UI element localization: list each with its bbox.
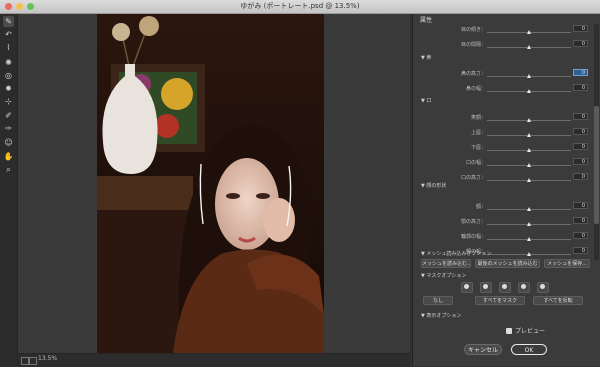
zoom-tool-icon[interactable]: ⌕ (3, 164, 14, 175)
save-mesh-button[interactable]: メッシュを保存... (544, 259, 590, 268)
slider-thumb[interactable] (527, 74, 531, 78)
slider-row: 目の傾き： 0 (413, 24, 593, 38)
slider-thumb[interactable] (527, 45, 531, 49)
preview-checkbox[interactable]: プレビュー (506, 326, 545, 335)
slider-row: 輪郭の幅： 0 (413, 231, 593, 245)
reconstruct-tool-icon[interactable]: ↶ (3, 29, 14, 40)
status-bar: 13.5% (18, 353, 410, 367)
slider-label: 鼻の幅： (465, 86, 486, 92)
smooth-tool-icon[interactable]: ⌇ (3, 42, 14, 53)
thaw-mask-tool-icon[interactable]: ✑ (3, 123, 14, 134)
slider-thumb[interactable] (527, 207, 531, 211)
bloat-tool-icon[interactable]: ✹ (3, 83, 14, 94)
slider-label: 下唇： (470, 145, 486, 151)
slider-value-field[interactable]: 0 (573, 40, 588, 47)
slider-row: 目の間隔： 0 (413, 39, 593, 53)
slider-row: 上唇： 0 (413, 127, 593, 141)
mask-options-section-header[interactable]: ▼ マスクオプション (421, 272, 466, 279)
twirl-tool-icon[interactable]: ✺ (3, 57, 14, 68)
slider-thumb[interactable] (527, 30, 531, 34)
slider-label: 口の幅： (465, 160, 486, 166)
slider-value-field[interactable]: 0 (573, 173, 588, 180)
slider-label: 目の傾き： (460, 27, 486, 33)
slider-row: 顎の高さ： 0 (413, 216, 593, 230)
slider-label: 額： (475, 204, 486, 210)
slider-thumb[interactable] (527, 222, 531, 226)
slider-value-field[interactable]: 0 (573, 247, 588, 254)
slider-thumb[interactable] (527, 133, 531, 137)
cancel-button[interactable]: キャンセル (464, 344, 502, 355)
mask-intersect-icon[interactable] (518, 282, 530, 293)
slider-value-field[interactable]: 0 (573, 143, 588, 150)
invert-all-button[interactable]: すべてを反転 (533, 296, 583, 305)
mesh-options-section-header[interactable]: ▼ メッシュ読み込みオプション (421, 250, 491, 257)
window-title: ゆがみ (ポートレート.psd @ 13.5%) (240, 2, 360, 10)
mask-replace-icon[interactable] (461, 282, 473, 293)
panel-title: 属性 (420, 17, 433, 24)
ok-button[interactable]: OK (511, 344, 547, 355)
mouth-section-header[interactable]: ▼ 口 (421, 97, 431, 104)
load-mesh-button[interactable]: メッシュを読み込む... (421, 259, 471, 268)
zoom-out-icon[interactable] (21, 357, 29, 365)
slider-value-field[interactable]: 0 (573, 113, 588, 120)
pucker-tool-icon[interactable]: ◎ (3, 70, 14, 81)
slider-row: 笑顔： 0 (413, 112, 593, 126)
display-options-section-header[interactable]: ▼ 表示オプション (421, 312, 461, 319)
mask-invert-icon[interactable] (537, 282, 549, 293)
slider-row: 鼻の高さ： 0 (413, 68, 593, 82)
portrait-image (97, 14, 324, 353)
slider-thumb[interactable] (527, 89, 531, 93)
slider-thumb[interactable] (527, 163, 531, 167)
forward-warp-tool-icon[interactable]: ✎ (3, 16, 14, 27)
properties-panel: 属性 目の傾き： 0 目の間隔： 0 鼻の高さ： 0 鼻の幅： 0 笑顔： 0 上唇： 0 下唇： 0 口の… (412, 14, 600, 366)
slider-thumb[interactable] (527, 178, 531, 182)
slider-value-field[interactable]: 0 (573, 84, 588, 91)
freeze-mask-tool-icon[interactable]: ✐ (3, 110, 14, 121)
hand-tool-icon[interactable]: ✋ (3, 151, 14, 162)
portrait-photo[interactable] (97, 14, 324, 353)
slider-value-field[interactable]: 0 (573, 202, 588, 209)
slider-value-field[interactable]: 0 (573, 232, 588, 239)
push-left-tool-icon[interactable]: ⊹ (3, 96, 14, 107)
slider-label: 鼻の高さ： (460, 71, 486, 77)
preview-label: プレビュー (515, 328, 546, 335)
panel-scrollbar[interactable] (594, 24, 599, 260)
title-bar: ゆがみ (ポートレート.psd @ 13.5%) (0, 0, 600, 14)
zoom-in-icon[interactable] (29, 357, 37, 365)
slider-thumb[interactable] (527, 148, 531, 152)
load-last-mesh-button[interactable]: 最後のメッシュを読み込む (475, 259, 540, 268)
zoom-level[interactable]: 13.5% (38, 355, 57, 362)
mask-add-icon[interactable] (480, 282, 492, 293)
slider-row: 鼻の幅： 0 (413, 83, 593, 97)
slider-label: 輪郭の幅： (460, 234, 486, 240)
slider-thumb[interactable] (527, 118, 531, 122)
canvas-area[interactable] (18, 14, 410, 353)
mask-none-button[interactable]: なし (423, 296, 453, 305)
slider-value-field[interactable]: 0 (573, 128, 588, 135)
slider-label: 上唇： (470, 130, 486, 136)
face-tool-icon[interactable]: ☺ (3, 137, 14, 148)
slider-label: 口の高さ： (460, 175, 486, 181)
slider-value-field[interactable]: 0 (573, 69, 588, 76)
slider-value-field[interactable]: 0 (573, 158, 588, 165)
slider-label: 笑顔： (470, 115, 486, 121)
tool-bar: ✎ ↶ ⌇ ✺ ◎ ✹ ⊹ ✐ ✑ ☺ ✋ ⌕ (0, 14, 18, 366)
checkbox-checked-icon[interactable] (506, 328, 512, 334)
mask-subtract-icon[interactable] (499, 282, 511, 293)
slider-row: 口の幅： 0 (413, 157, 593, 171)
slider-label: 顎の高さ： (460, 219, 486, 225)
slider-value-field[interactable]: 0 (573, 25, 588, 32)
slider-label: 目の間隔： (460, 42, 486, 48)
nose-section-header[interactable]: ▼ 鼻 (421, 54, 431, 61)
face-shape-section-header[interactable]: ▼ 顔の形状 (421, 182, 446, 189)
scrollbar-thumb[interactable] (594, 106, 599, 224)
slider-thumb[interactable] (527, 252, 531, 256)
mask-all-button[interactable]: すべてをマスク (475, 296, 525, 305)
slider-row: 額： 0 (413, 201, 593, 215)
slider-row: 下唇： 0 (413, 142, 593, 156)
slider-value-field[interactable]: 0 (573, 217, 588, 224)
slider-thumb[interactable] (527, 237, 531, 241)
